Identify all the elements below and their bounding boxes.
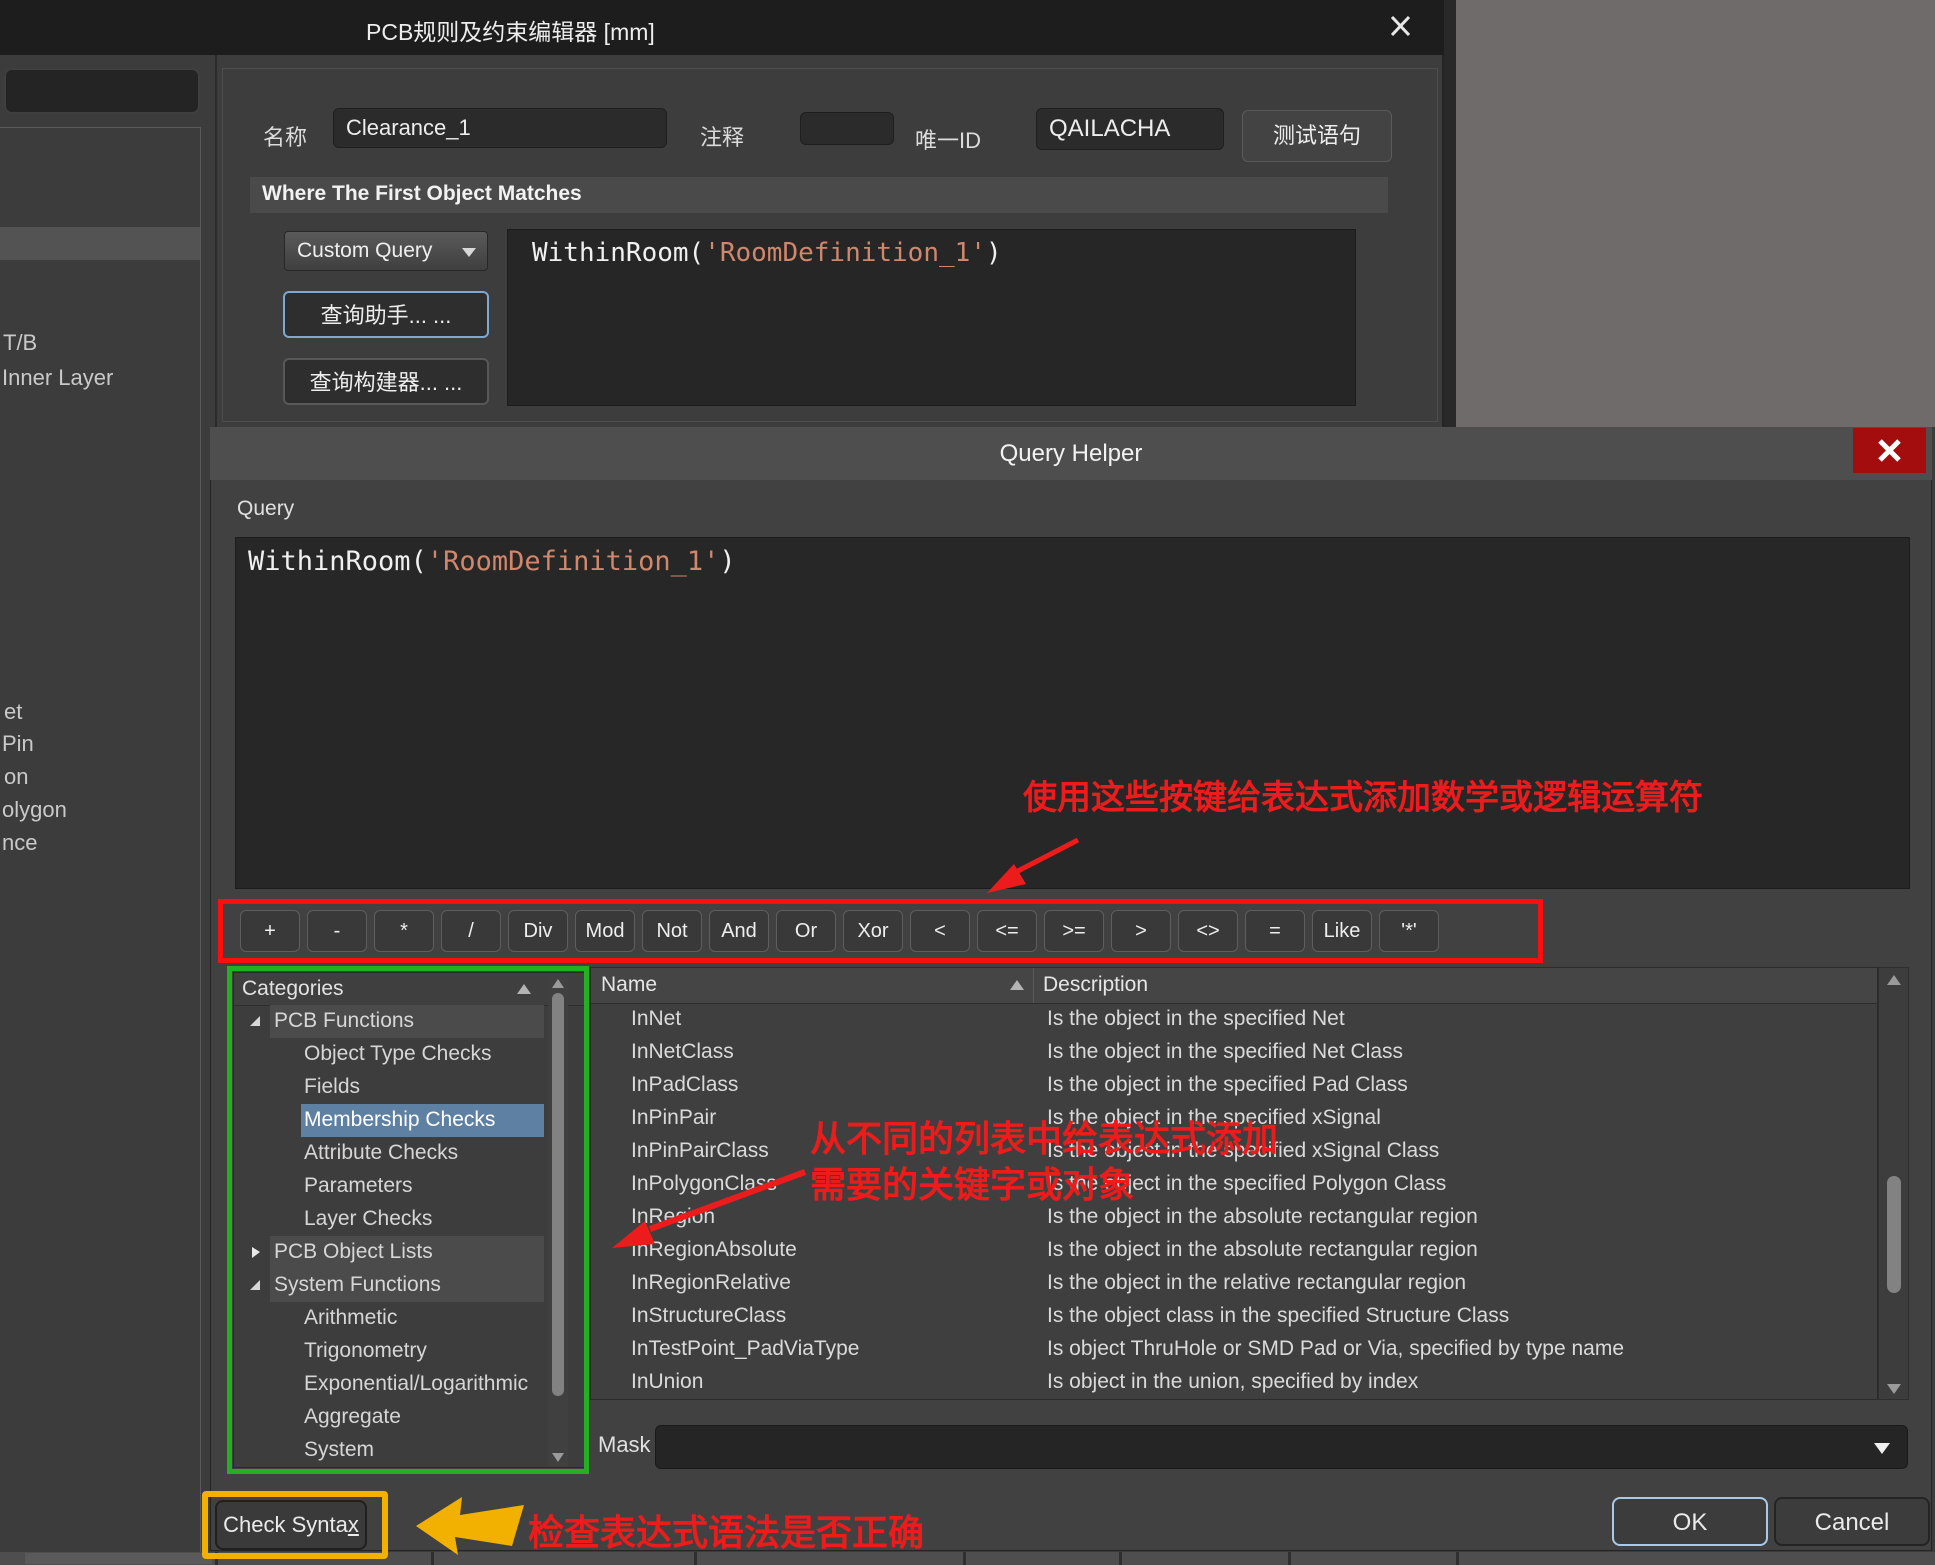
editor-titlebar: PCB规则及约束编辑器 [mm] [0,0,1444,55]
unique-id-input[interactable]: QAILACHA [1036,108,1224,150]
sidebar-item-inner-layer[interactable]: Inner Layer [2,365,113,391]
op-and-button[interactable]: And [709,910,769,952]
table-row[interactable]: InTestPoint_PadViaTypeIs object ThruHole… [591,1333,1877,1366]
table-row[interactable]: InNetClassIs the object in the specified… [591,1036,1877,1069]
query-edit-area[interactable]: WithinRoom('RoomDefinition_1') [235,537,1910,889]
table-row[interactable]: InUnionIs object in the union, specified… [591,1366,1877,1399]
op-lt-button[interactable]: < [910,910,970,952]
op-div-button[interactable]: Div [508,910,568,952]
description-column-header[interactable]: Description [1043,973,1148,997]
sidebar-item-polygon[interactable]: olygon [2,797,67,823]
comment-input[interactable] [800,112,894,145]
query-helper-button[interactable]: 查询助手... ... [283,291,489,338]
sidebar-item-net[interactable]: et [4,699,22,725]
dialog-titlebar: Query Helper [210,427,1932,480]
op-wildcard-button[interactable]: '*' [1379,910,1439,952]
op-eq-button[interactable]: = [1245,910,1305,952]
table-row[interactable]: InPolygonClassIs the object in the speci… [591,1168,1877,1201]
sidebar-item-clearance[interactable]: nce [2,830,37,856]
sidebar-border [200,127,201,1552]
section-header: Where The First Object Matches [262,182,582,206]
scroll-down-icon[interactable] [1886,1383,1902,1395]
op-gt-button[interactable]: > [1111,910,1171,952]
mask-dropdown[interactable] [655,1425,1908,1469]
scope-dropdown[interactable]: Custom Query [284,231,488,271]
name-label: 名称 [263,120,307,152]
unique-id-label: 唯一ID [915,123,981,155]
dialog-title: Query Helper [210,440,1932,468]
op-divide-button[interactable]: / [441,910,501,952]
chevron-down-icon [1873,1441,1891,1455]
op-lte-button[interactable]: <= [977,910,1037,952]
sidebar-divider [0,127,201,128]
op-gte-button[interactable]: >= [1044,910,1104,952]
scope-dropdown-value: Custom Query [297,239,432,263]
annotation-list-note-line2: 需要的关键字或对象 [810,1156,1134,1208]
sidebar-item-region[interactable]: on [4,764,28,790]
query-string-arg: 'RoomDefinition_1' [704,238,986,268]
op-like-button[interactable]: Like [1312,910,1372,952]
name-column-header[interactable]: Name [601,973,657,997]
section-header-band: Where The First Object Matches [250,177,1388,213]
query-builder-button[interactable]: 查询构建器... ... [283,358,489,405]
sidebar-item-pin[interactable]: Pin [2,731,34,757]
editor-title: PCB规则及约束编辑器 [mm] [366,13,655,47]
ok-button[interactable]: OK [1612,1497,1768,1546]
table-row[interactable]: InStructureClassIs the object class in t… [591,1300,1877,1333]
window-edge [1444,0,1456,427]
query-label: Query [237,497,294,521]
query-suffix: ) [986,238,1002,268]
query-prefix: WithinRoom( [532,238,704,268]
op-not-button[interactable]: Not [642,910,702,952]
op-neq-button[interactable]: <> [1178,910,1238,952]
chevron-down-icon [461,246,477,258]
sidebar-selected-row[interactable] [0,227,200,260]
table-row[interactable]: InRegionRelativeIs the object in the rel… [591,1267,1877,1300]
table-scrollbar-thumb[interactable] [1887,1176,1901,1293]
table-row[interactable]: InRegionIs the object in the absolute re… [591,1201,1877,1234]
op-mod-button[interactable]: Mod [575,910,635,952]
table-row[interactable]: InRegionAbsoluteIs the object in the abs… [591,1234,1877,1267]
test-queries-button[interactable]: 测试语句 [1242,110,1392,162]
op-multiply-button[interactable]: * [374,910,434,952]
editor-close-icon[interactable] [1388,12,1414,40]
op-xor-button[interactable]: Xor [843,910,903,952]
annotation-list-note-line1: 从不同的列表中给表达式添加 [810,1110,1278,1162]
annotation-syntax-note: 检查表达式语法是否正确 [528,1504,924,1556]
rule-name-input[interactable]: Clearance_1 [333,108,667,148]
table-row[interactable]: InPadClassIs the object in the specified… [591,1069,1877,1102]
table-header-row: Name Description [591,968,1877,1004]
comment-label: 注释 [700,120,744,152]
query-prefix: WithinRoom( [248,546,427,577]
op-or-button[interactable]: Or [776,910,836,952]
mask-label: Mask [598,1432,651,1458]
annotation-operators-note: 使用这些按键给表达式添加数学或逻辑运算符 [1023,770,1703,819]
sidebar-item-tb[interactable]: T/B [3,330,37,356]
column-divider[interactable] [1033,968,1034,1003]
sort-ascending-icon [1009,978,1025,991]
functions-table: Name Description InNetIs the object in t… [590,967,1878,1400]
query-suffix: ) [719,546,735,577]
op-minus-button[interactable]: - [307,910,367,952]
table-scrollbar[interactable] [1878,967,1909,1400]
desktop-background [1456,0,1935,427]
check-syntax-button[interactable]: Check Syntax [215,1500,367,1550]
sidebar-top-button[interactable] [4,68,200,114]
cancel-button[interactable]: Cancel [1774,1497,1930,1546]
table-row[interactable]: InNetIs the object in the specified Net [591,1003,1877,1036]
query-preview-box[interactable]: WithinRoom('RoomDefinition_1') [507,229,1356,406]
scroll-up-icon[interactable] [1886,974,1902,986]
op-plus-button[interactable]: + [240,910,300,952]
categories-highlight-box [227,966,589,1474]
dialog-close-button[interactable] [1853,428,1926,473]
query-string-arg: 'RoomDefinition_1' [427,546,720,577]
